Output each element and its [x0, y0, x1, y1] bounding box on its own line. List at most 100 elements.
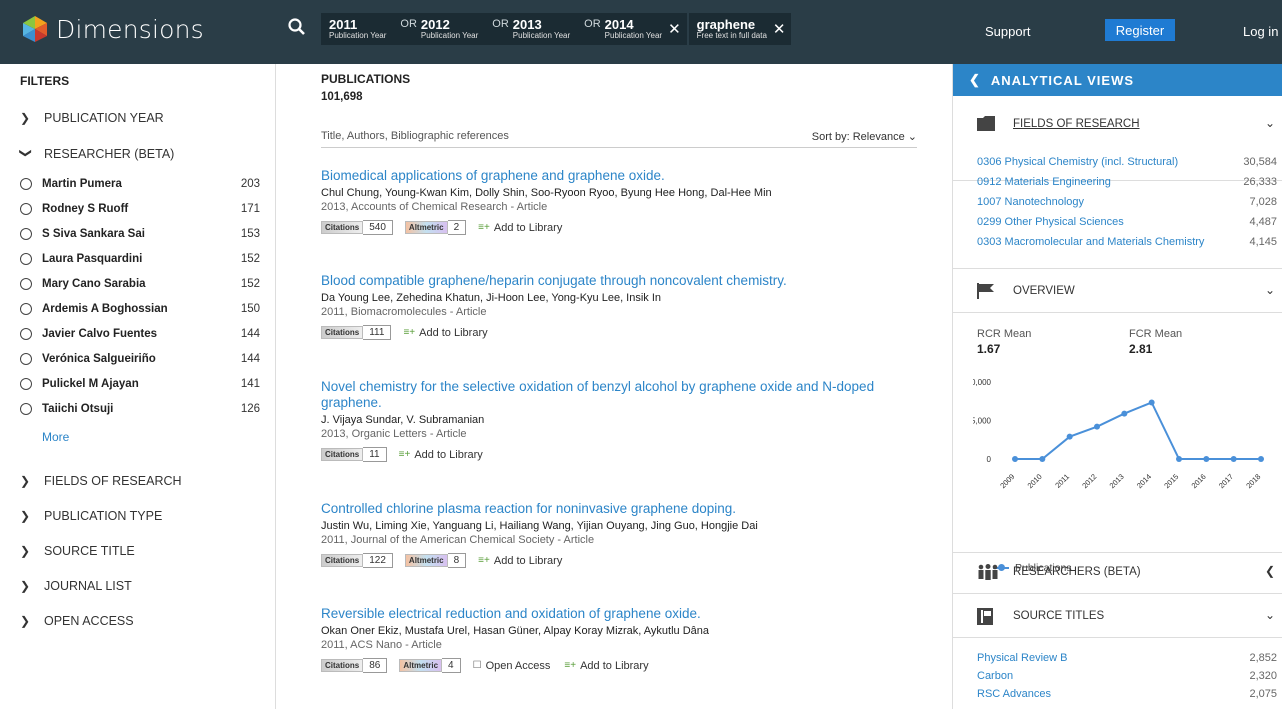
login-link[interactable]: Log in — [1243, 24, 1278, 39]
facet-journal-list[interactable]: ❯ JOURNAL LIST — [20, 579, 132, 593]
researcher-name: Martin Pumera — [42, 178, 122, 190]
researcher-option[interactable]: Mary Cano Sarabia 152 — [20, 278, 260, 290]
researcher-option[interactable]: Verónica Salgueiriño 144 — [20, 353, 260, 365]
add-to-library-button[interactable]: ≡+ Add to Library — [564, 660, 648, 672]
altmetric-score: 4 — [442, 658, 461, 673]
radio-button[interactable] — [20, 378, 32, 390]
citations-badge[interactable]: Citations 111 — [321, 325, 392, 340]
filter-chip-keyword[interactable]: graphene Free text in full data ✕ — [688, 13, 792, 45]
researcher-count: 152 — [240, 278, 260, 290]
citations-label: Citations — [321, 659, 364, 672]
facet-label: PUBLICATION YEAR — [44, 111, 164, 125]
result-title[interactable]: Biomedical applications of graphene and … — [321, 168, 921, 184]
result-meta: Citations 122 Altmetric 8 ≡+ Add to Library — [321, 553, 921, 568]
radio-button[interactable] — [20, 253, 32, 265]
researcher-name: Rodney S Ruoff — [42, 203, 129, 215]
radio-button[interactable] — [20, 403, 32, 415]
search-icon[interactable] — [287, 17, 311, 41]
add-library-label: Add to Library — [419, 326, 488, 339]
add-library-label: Add to Library — [414, 448, 483, 461]
facet-open-access[interactable]: ❯ OPEN ACCESS — [20, 614, 134, 628]
altmetric-badge[interactable]: Altmetric 8 — [404, 553, 467, 568]
chip-value: 2012 — [420, 17, 450, 32]
researcher-option[interactable]: Ardemis A Boghossian 150 — [20, 303, 260, 315]
add-to-library-button[interactable]: ≡+ Add to Library — [478, 555, 562, 567]
open-access-link[interactable]: ☐ Open Access — [473, 660, 551, 672]
researcher-count: 152 — [240, 253, 260, 265]
radio-button[interactable] — [20, 353, 32, 365]
radio-button[interactable] — [20, 303, 32, 315]
result-item: Novel chemistry for the selective oxidat… — [321, 379, 921, 462]
researcher-option[interactable]: Javier Calvo Fuentes 144 — [20, 328, 260, 340]
overview-divider — [953, 269, 1282, 313]
result-title[interactable]: Blood compatible graphene/heparin conjug… — [321, 273, 921, 289]
add-to-library-button[interactable]: ≡+ Add to Library — [403, 327, 487, 339]
citations-badge[interactable]: Citations 86 — [321, 658, 388, 673]
result-title[interactable]: Novel chemistry for the selective oxidat… — [321, 379, 921, 411]
fields-section-header[interactable]: FIELDS OF RESEARCH — [977, 116, 1140, 132]
researcher-option[interactable]: S Siva Sankara Sai 153 — [20, 228, 260, 240]
logo[interactable]: Dimensions — [20, 14, 204, 44]
sort-dropdown[interactable]: Sort by: Relevance ⌄ — [812, 130, 917, 143]
researcher-option[interactable]: Laura Pasquardini 152 — [20, 253, 260, 265]
more-link[interactable]: More — [42, 430, 69, 444]
chevron-right-icon: ❯ — [20, 544, 31, 558]
citations-count: 540 — [363, 220, 393, 235]
radio-button[interactable] — [20, 228, 32, 240]
result-authors: Chul Chung, Young-Kwan Kim, Dolly Shin, … — [321, 187, 772, 199]
close-icon[interactable]: ✕ — [773, 20, 786, 38]
researcher-count: 141 — [240, 378, 260, 390]
field-row[interactable]: 0306 Physical Chemistry (incl. Structura… — [977, 156, 1277, 168]
researcher-option[interactable]: Rodney S Ruoff 171 — [20, 203, 260, 215]
citations-label: Citations — [321, 448, 364, 461]
source-value: 2,852 — [1249, 652, 1277, 664]
researcher-name: Ardemis A Boghossian — [42, 303, 168, 315]
facet-label: FIELDS OF RESEARCH — [44, 474, 182, 488]
source-row[interactable]: Carbon 2,320 — [977, 670, 1277, 682]
citations-badge[interactable]: Citations 11 — [321, 447, 387, 462]
support-link[interactable]: Support — [985, 24, 1031, 39]
researcher-name: S Siva Sankara Sai — [42, 228, 145, 240]
researcher-option[interactable]: Pulickel M Ajayan 141 — [20, 378, 260, 390]
radio-button[interactable] — [20, 203, 32, 215]
researcher-name: Pulickel M Ajayan — [42, 378, 139, 390]
result-title[interactable]: Reversible electrical reduction and oxid… — [321, 606, 921, 622]
researcher-option[interactable]: Taiichi Otsuji 126 — [20, 403, 260, 415]
altmetric-label: Altmetric — [399, 659, 443, 672]
researcher-option[interactable]: Martin Pumera 203 — [20, 178, 260, 190]
source-row[interactable]: Physical Review B 2,852 — [977, 652, 1277, 664]
radio-button[interactable] — [20, 178, 32, 190]
chip-sub: Free text in full data — [696, 31, 767, 40]
analytical-views-header[interactable]: ❮ ANALYTICAL VIEWS — [953, 64, 1282, 96]
source-row[interactable]: RSC Advances 2,075 — [977, 688, 1277, 700]
radio-button[interactable] — [20, 278, 32, 290]
chip-sub: Publication Year — [329, 31, 387, 40]
logo-text: Dimensions — [56, 14, 204, 44]
altmetric-badge[interactable]: Altmetric 4 — [399, 658, 461, 673]
citations-badge[interactable]: Citations 122 — [321, 553, 393, 568]
chevron-down-icon[interactable]: ⌄ — [1265, 116, 1275, 130]
add-to-library-button[interactable]: ≡+ Add to Library — [478, 222, 562, 234]
researcher-count: 153 — [240, 228, 260, 240]
researcher-name: Mary Cano Sarabia — [42, 278, 146, 290]
facet-publication-type[interactable]: ❯ PUBLICATION TYPE — [20, 509, 162, 523]
add-to-library-button[interactable]: ≡+ Add to Library — [399, 449, 483, 461]
filter-chip-year[interactable]: 2011 Publication Year OR 2012 Publication … — [321, 13, 687, 45]
register-button[interactable]: Register — [1105, 19, 1175, 41]
result-meta: Citations 540 Altmetric 2 ≡+ Add to Library — [321, 220, 921, 235]
citations-badge[interactable]: Citations 540 — [321, 220, 393, 235]
result-title[interactable]: Controlled chlorine plasma reaction for … — [321, 501, 921, 517]
radio-button[interactable] — [20, 328, 32, 340]
close-icon[interactable]: ✕ — [668, 20, 681, 38]
facet-researcher[interactable]: ❯ RESEARCHER (BETA) — [19, 147, 174, 161]
search-bar[interactable]: 2011 Publication Year OR 2012 Publication … — [277, 13, 793, 45]
altmetric-badge[interactable]: Altmetric 2 — [404, 220, 467, 235]
source-label: Carbon — [977, 670, 1014, 682]
researcher-name: Javier Calvo Fuentes — [42, 328, 158, 340]
facet-fields-of-research[interactable]: ❯ FIELDS OF RESEARCH — [20, 474, 182, 488]
results-search-field[interactable]: Title, Authors, Bibliographic references… — [321, 130, 917, 148]
result-source: 2011, ACS Nano - Article — [321, 639, 442, 651]
search-field-placeholder: Title, Authors, Bibliographic references — [321, 130, 509, 142]
facet-publication-year[interactable]: ❯ PUBLICATION YEAR — [20, 111, 164, 125]
facet-source-title[interactable]: ❯ SOURCE TITLE — [20, 544, 135, 558]
